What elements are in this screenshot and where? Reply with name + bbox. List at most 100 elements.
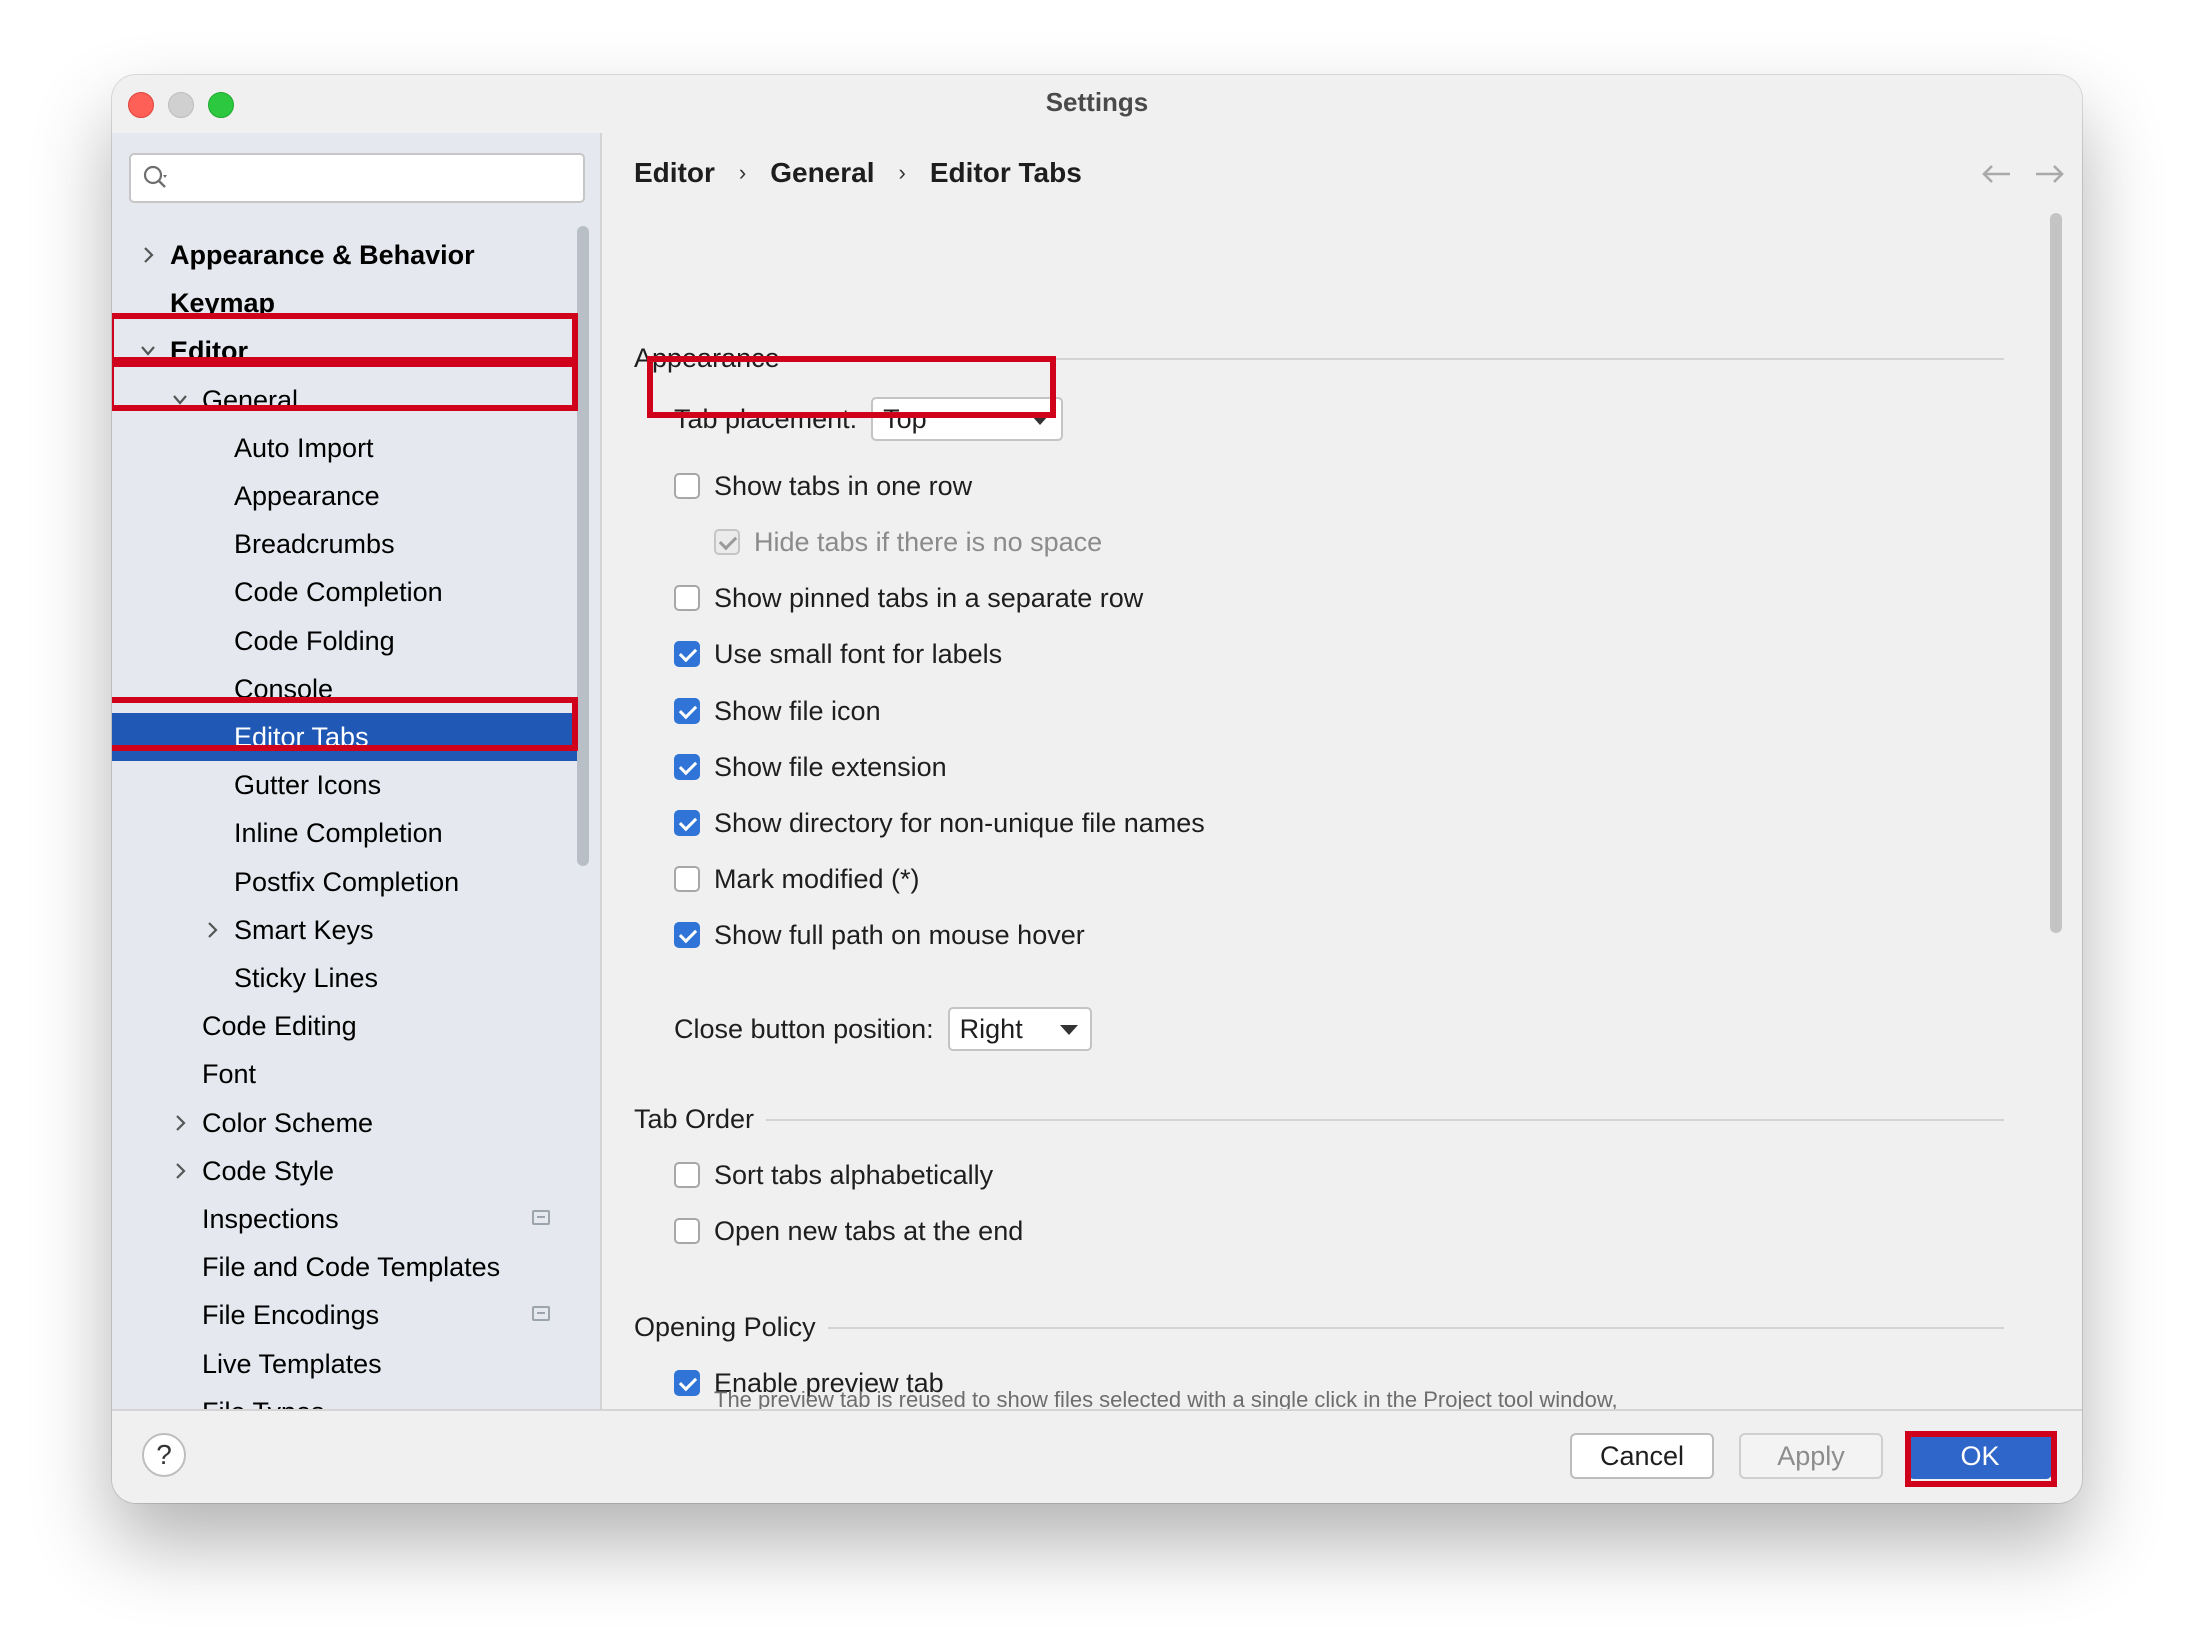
checked-checkbox[interactable] bbox=[674, 754, 700, 780]
sidebar-item-console[interactable]: Console bbox=[112, 665, 578, 713]
sidebar-item-color-scheme[interactable]: Color Scheme bbox=[112, 1099, 578, 1147]
sidebar-item-smart-keys[interactable]: Smart Keys bbox=[112, 906, 578, 954]
close-button-position-label: Close button position: bbox=[674, 1013, 934, 1044]
sidebar-item-code-style[interactable]: Code Style bbox=[112, 1147, 578, 1195]
sidebar-item-label: Breadcrumbs bbox=[234, 529, 395, 560]
option-label: Mark modified (*) bbox=[714, 863, 920, 894]
forward-arrow-icon[interactable] bbox=[2034, 163, 2066, 185]
help-button[interactable]: ? bbox=[142, 1433, 186, 1477]
tab-placement-label: Tab placement: bbox=[674, 403, 858, 434]
option-show-pinned-tabs-in-a-separate-row[interactable]: Show pinned tabs in a separate row bbox=[674, 578, 1143, 618]
sidebar-item-label: Color Scheme bbox=[202, 1107, 374, 1138]
settings-search-input[interactable] bbox=[129, 153, 585, 203]
apply-button[interactable]: Apply bbox=[1739, 1433, 1883, 1479]
option-show-directory-for-non-unique-file-names[interactable]: Show directory for non-unique file names bbox=[674, 803, 1205, 843]
sidebar-item-label: General bbox=[202, 384, 299, 415]
sidebar-item-file-and-code-templates[interactable]: File and Code Templates bbox=[112, 1243, 578, 1291]
chevron-down-icon[interactable] bbox=[170, 376, 190, 424]
unchecked-checkbox[interactable] bbox=[674, 473, 700, 499]
breadcrumb: Editor › General › Editor Tabs bbox=[634, 153, 1082, 193]
unchecked-checkbox[interactable] bbox=[674, 1218, 700, 1244]
chevron-right-icon[interactable] bbox=[202, 906, 222, 954]
close-button-position-row: Close button position: Right bbox=[674, 1007, 1092, 1051]
breadcrumb-separator: › bbox=[898, 160, 906, 185]
chevron-right-icon[interactable] bbox=[170, 1147, 190, 1195]
checked-checkbox[interactable] bbox=[674, 698, 700, 724]
sidebar-item-file-encodings[interactable]: File Encodings bbox=[112, 1291, 578, 1339]
checked-checkbox[interactable] bbox=[674, 810, 700, 836]
option-show-file-icon[interactable]: Show file icon bbox=[674, 691, 881, 731]
sidebar-item-general[interactable]: General bbox=[112, 376, 578, 424]
breadcrumb-general[interactable]: General bbox=[770, 157, 874, 189]
breadcrumb-separator: › bbox=[738, 160, 747, 185]
option-use-small-font-for-labels[interactable]: Use small font for labels bbox=[674, 634, 1002, 674]
option-label: Sort tabs alphabetically bbox=[714, 1159, 994, 1190]
cancel-button[interactable]: Cancel bbox=[1570, 1433, 1714, 1479]
sidebar-item-keymap[interactable]: Keymap bbox=[112, 279, 578, 327]
sidebar-item-label: Auto Import bbox=[234, 432, 374, 463]
sidebar-item-editor[interactable]: Editor bbox=[112, 327, 578, 375]
chevron-down-icon[interactable] bbox=[138, 327, 158, 375]
checked-checkbox[interactable] bbox=[674, 1370, 700, 1396]
sidebar-item-label: Smart Keys bbox=[234, 914, 374, 945]
chevron-down-icon bbox=[1031, 415, 1050, 425]
tab-placement-select[interactable]: Top bbox=[871, 397, 1064, 441]
window-title: Settings bbox=[1045, 87, 1149, 117]
breadcrumb-editor-tabs: Editor Tabs bbox=[929, 157, 1082, 188]
chevron-right-icon[interactable] bbox=[170, 1099, 190, 1147]
checked-checkbox[interactable] bbox=[674, 641, 700, 667]
sidebar-item-appearance-behavior[interactable]: Appearance & Behavior bbox=[112, 231, 578, 279]
option-show-file-extension[interactable]: Show file extension bbox=[674, 747, 947, 787]
section-divider bbox=[792, 358, 2004, 360]
sidebar-item-file-types[interactable]: File Types bbox=[112, 1388, 578, 1411]
sidebar-item-appearance[interactable]: Appearance bbox=[112, 472, 578, 520]
section-tab-order-heading: Tab Order bbox=[634, 1103, 755, 1134]
option-sort-tabs-alphabetically[interactable]: Sort tabs alphabetically bbox=[674, 1155, 993, 1195]
tab-placement-value: Top bbox=[883, 403, 927, 434]
dialog-footer: ? Cancel Apply OK bbox=[112, 1409, 2082, 1503]
sidebar-item-sticky-lines[interactable]: Sticky Lines bbox=[112, 954, 578, 1002]
settings-content: Editor › General › Editor Tabs Appearanc… bbox=[602, 133, 2082, 1411]
section-appearance: Appearance bbox=[634, 338, 2004, 378]
unchecked-checkbox[interactable] bbox=[674, 866, 700, 892]
sidebar-item-code-folding[interactable]: Code Folding bbox=[112, 617, 578, 665]
tab-placement-row: Tab placement: Top bbox=[674, 397, 1064, 441]
content-scrollbar[interactable] bbox=[2050, 213, 2062, 933]
settings-profile-icon bbox=[532, 1306, 550, 1322]
sidebar-item-editor-tabs[interactable]: Editor Tabs bbox=[112, 713, 578, 761]
option-hide-tabs-if-there-is-no-space: Hide tabs if there is no space bbox=[714, 522, 1102, 562]
chevron-right-icon[interactable] bbox=[138, 231, 158, 279]
sidebar-item-label: Console bbox=[234, 673, 334, 704]
sidebar-item-code-editing[interactable]: Code Editing bbox=[112, 1002, 578, 1050]
sidebar-item-label: Code Style bbox=[202, 1155, 335, 1186]
title-bar: Settings bbox=[112, 75, 2082, 133]
unchecked-checkbox[interactable] bbox=[674, 585, 700, 611]
option-label: Show file icon bbox=[714, 695, 881, 726]
ok-button[interactable]: OK bbox=[1908, 1433, 2052, 1479]
option-open-new-tabs-at-the-end[interactable]: Open new tabs at the end bbox=[674, 1211, 1023, 1251]
sidebar-item-breadcrumbs[interactable]: Breadcrumbs bbox=[112, 520, 578, 568]
section-divider bbox=[828, 1327, 2004, 1329]
settings-window: Settings Appearance & Behavior Keymap Edit… bbox=[112, 75, 2082, 1503]
unchecked-checkbox[interactable] bbox=[674, 1162, 700, 1188]
back-arrow-icon[interactable] bbox=[1980, 163, 2012, 185]
sidebar-item-postfix-completion[interactable]: Postfix Completion bbox=[112, 858, 578, 906]
sidebar-item-live-templates[interactable]: Live Templates bbox=[112, 1340, 578, 1388]
sidebar-item-label: Appearance bbox=[234, 481, 380, 511]
checked-checkbox[interactable] bbox=[674, 922, 700, 948]
sidebar-item-auto-import[interactable]: Auto Import bbox=[112, 424, 578, 472]
history-navigation bbox=[1980, 163, 2066, 185]
sidebar-item-inline-completion[interactable]: Inline Completion bbox=[112, 809, 578, 857]
option-show-tabs-in-one-row[interactable]: Show tabs in one row bbox=[674, 466, 972, 506]
sidebar-item-label: Sticky Lines bbox=[234, 963, 379, 993]
breadcrumb-editor[interactable]: Editor bbox=[634, 157, 715, 189]
option-show-full-path-on-mouse-hover[interactable]: Show full path on mouse hover bbox=[674, 915, 1085, 955]
option-mark-modified[interactable]: Mark modified (*) bbox=[674, 859, 920, 899]
chevron-down-icon bbox=[1059, 1025, 1078, 1035]
close-button-position-select[interactable]: Right bbox=[947, 1007, 1092, 1051]
sidebar-item-code-completion[interactable]: Code Completion bbox=[112, 568, 578, 616]
sidebar-item-gutter-icons[interactable]: Gutter Icons bbox=[112, 761, 578, 809]
sidebar-scrollbar[interactable] bbox=[577, 226, 589, 866]
sidebar-item-inspections[interactable]: Inspections bbox=[112, 1195, 578, 1243]
sidebar-item-font[interactable]: Font bbox=[112, 1050, 578, 1098]
